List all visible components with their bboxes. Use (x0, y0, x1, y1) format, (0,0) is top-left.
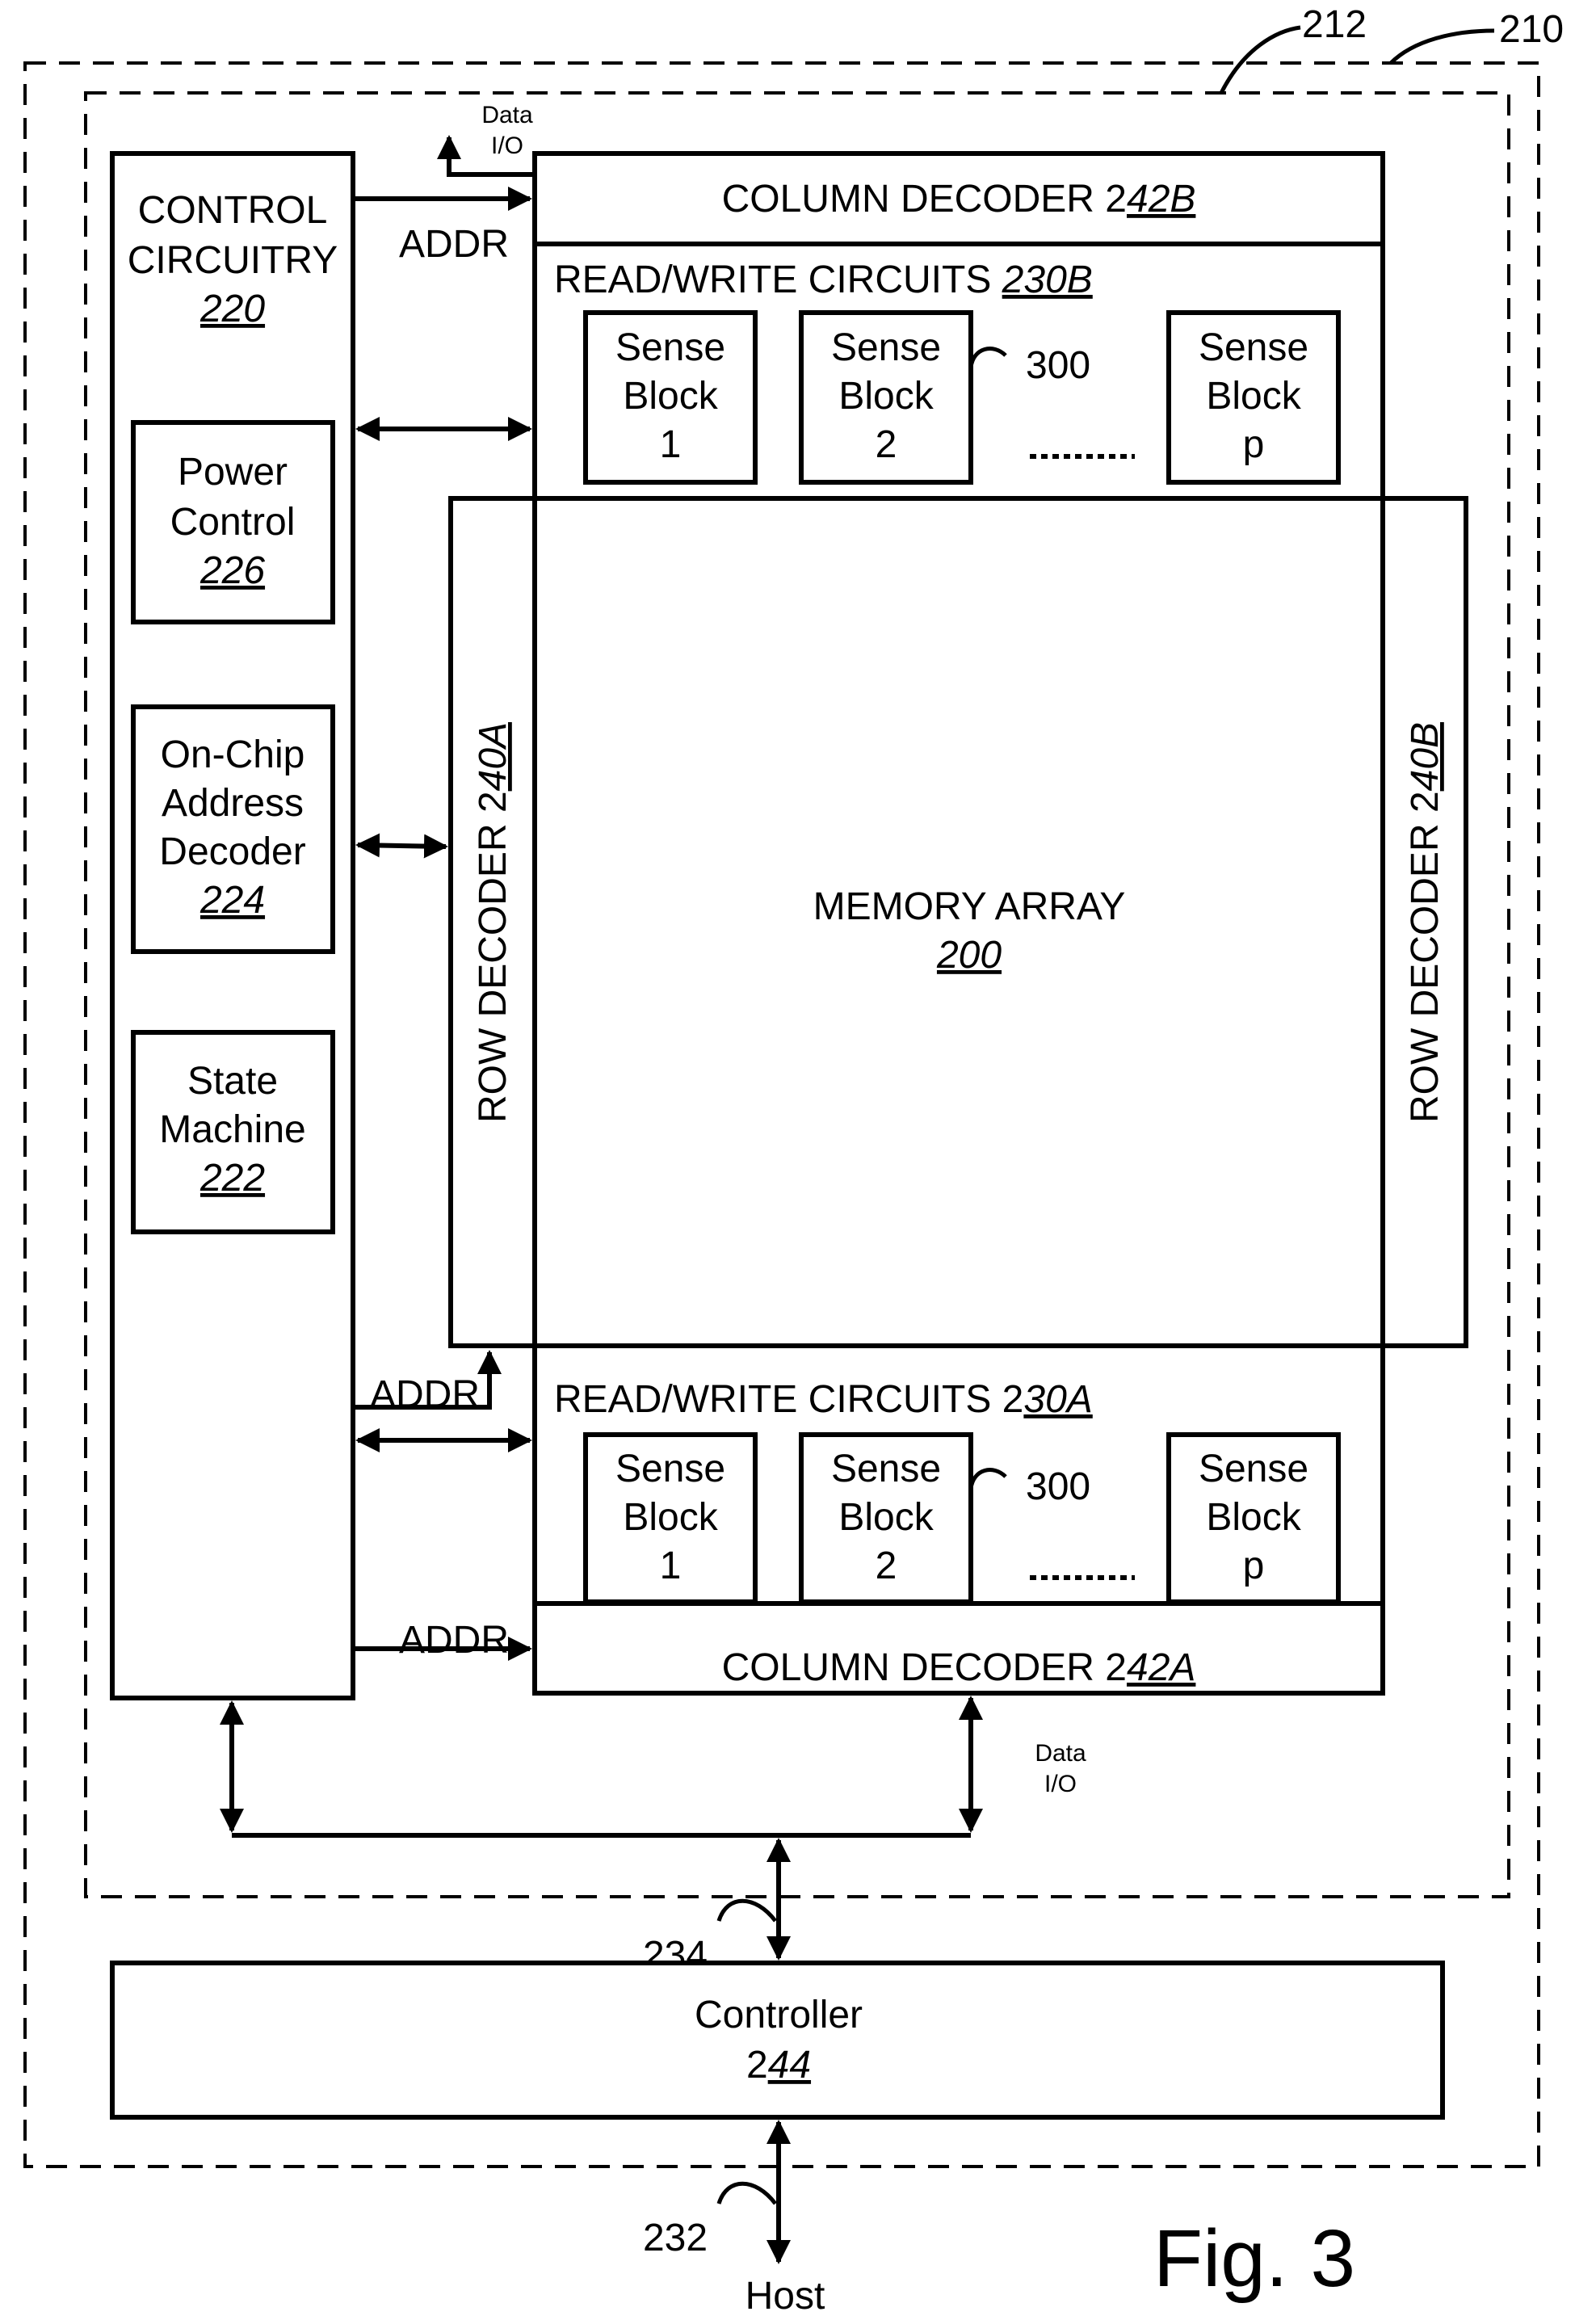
svg-text:Sense: Sense (831, 326, 941, 369)
svg-text:ROW DECODER 240B: ROW DECODER 240B (1404, 722, 1447, 1123)
svg-text:Sense: Sense (615, 1448, 725, 1490)
state-machine-ref: 222 (200, 1157, 265, 1200)
control-label-2: CIRCUITRY (128, 239, 338, 282)
power-control-label-1: Power (178, 451, 288, 494)
controller-label: Controller (695, 1994, 863, 2036)
svg-text:Block: Block (623, 375, 718, 418)
memory-array-label: MEMORY ARRAY (813, 885, 1126, 928)
sense-blocks-bottom: Sense Block 1 Sense Block 2 Sense Block … (583, 1432, 1341, 1604)
addr-label-mid: ADDR (370, 1373, 480, 1416)
column-decoder-242a-label: COLUMN DECODER 242A (722, 1646, 1196, 1689)
leader-232 (716, 2181, 777, 2205)
control-label-1: CONTROL (138, 189, 328, 232)
memory-array-ref: 200 (936, 934, 1002, 977)
figure-caption: Fig. 3 (1153, 2213, 1355, 2304)
svg-text:Block: Block (623, 1496, 718, 1539)
addr-label-top: ADDR (399, 223, 509, 266)
address-decoder-label-1: On-Chip (161, 733, 305, 776)
power-control-ref: 226 (200, 549, 265, 592)
svg-text:Sense: Sense (1199, 326, 1308, 369)
svg-text:ROW DECODER 240A: ROW DECODER 240A (472, 722, 514, 1123)
svg-text:Block: Block (838, 375, 934, 418)
memory-system-diagram: 212 210 CONTROL CIRCUITRY 220 Power Cont… (23, 3, 1564, 2318)
control-rowdecoder-bus (355, 833, 448, 859)
controller-ref: 244 (746, 2044, 811, 2087)
read-write-230a-label: READ/WRITE CIRCUITS 230A (554, 1378, 1093, 1421)
svg-text:Block: Block (1206, 1496, 1301, 1539)
ref-212: 212 (1302, 3, 1367, 46)
leader-234 (716, 1898, 777, 1923)
ref-232: 232 (643, 2217, 708, 2259)
ref-300-top: 300 (1026, 344, 1090, 387)
svg-text:1: 1 (660, 1545, 682, 1587)
svg-text:p: p (1243, 423, 1265, 466)
svg-text:p: p (1243, 1545, 1265, 1587)
host-label: Host (746, 2275, 825, 2318)
svg-text:Block: Block (838, 1496, 934, 1539)
data-io-bottom-label-1: Data (1035, 1740, 1086, 1767)
svg-text:1: 1 (660, 423, 682, 466)
address-decoder-label-3: Decoder (159, 830, 305, 873)
row-decoder-left-label: ROW DECODER 240A (472, 722, 514, 1123)
sense-blocks-top: Sense Block 1 Sense Block 2 Sense Block … (583, 310, 1341, 485)
power-control-label-2: Control (170, 501, 296, 544)
svg-text:Sense: Sense (615, 326, 725, 369)
control-ref: 220 (200, 288, 265, 330)
leader-210 (1389, 28, 1495, 65)
read-write-230b-label: READ/WRITE CIRCUITS 230B (554, 258, 1093, 301)
ref-300-bottom: 300 (1026, 1465, 1090, 1508)
svg-text:2: 2 (876, 423, 897, 466)
svg-text:2: 2 (876, 1545, 897, 1587)
state-machine-label-1: State (187, 1060, 278, 1103)
leader-212 (1219, 25, 1301, 95)
svg-text:Block: Block (1206, 375, 1301, 418)
svg-text:Sense: Sense (831, 1448, 941, 1490)
controller-box (110, 1961, 1445, 2120)
data-io-bottom-label-2: I/O (1044, 1771, 1077, 1797)
data-io-top-label-1: Data (481, 102, 533, 128)
row-decoder-right-label: ROW DECODER 240B (1404, 722, 1447, 1123)
state-machine-label-2: Machine (159, 1108, 305, 1151)
address-decoder-ref: 224 (200, 879, 265, 922)
ref-210: 210 (1499, 8, 1564, 51)
addr-label-bottom: ADDR (399, 1619, 509, 1662)
address-decoder-label-2: Address (162, 782, 304, 825)
data-io-top-label-2: I/O (491, 132, 523, 159)
svg-text:Sense: Sense (1199, 1448, 1308, 1490)
column-decoder-242b-label: COLUMN DECODER 242B (722, 178, 1196, 221)
